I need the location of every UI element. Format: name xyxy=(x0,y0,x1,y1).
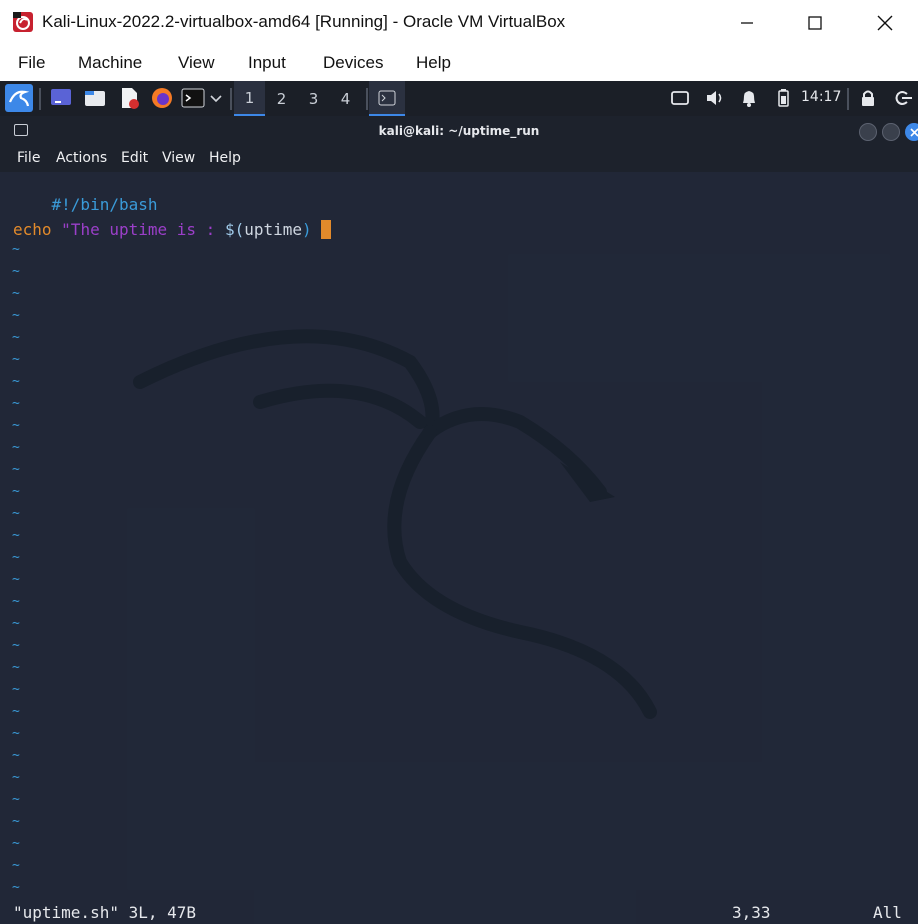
empty-line-marker: ~ xyxy=(12,814,20,829)
empty-line-marker: ~ xyxy=(12,704,20,719)
cursor-position: 3,33 xyxy=(732,903,771,922)
menu-machine[interactable]: Machine xyxy=(78,53,142,73)
empty-line-marker: ~ xyxy=(12,462,20,477)
menu-devices[interactable]: Devices xyxy=(323,53,383,73)
menu-input[interactable]: Input xyxy=(248,53,286,73)
chevron-down-icon[interactable] xyxy=(208,86,224,110)
empty-line-marker: ~ xyxy=(12,660,20,675)
close-button[interactable] xyxy=(854,0,916,45)
virtualbox-app-icon xyxy=(12,11,34,33)
echo-keyword: echo xyxy=(13,220,52,239)
workspace-2[interactable]: 2 xyxy=(266,81,297,116)
empty-line-marker: ~ xyxy=(12,440,20,455)
terminal-minimize-button[interactable] xyxy=(859,123,877,141)
terminal-close-button[interactable] xyxy=(905,123,918,141)
terminal-body[interactable]: #!/bin/bash echo "The uptime is : $(upti… xyxy=(0,172,918,924)
empty-line-marker: ~ xyxy=(12,308,20,323)
battery-icon[interactable] xyxy=(771,86,795,110)
terminal-menu-view[interactable]: View xyxy=(162,150,195,166)
empty-line-marker: ~ xyxy=(12,572,20,587)
scroll-position: All xyxy=(873,903,902,922)
kali-dragon-watermark-icon xyxy=(133,329,657,719)
notification-bell-icon[interactable] xyxy=(737,86,761,110)
vim-status-line: "uptime.sh" 3L, 47B 3,33 All xyxy=(0,902,918,924)
show-desktop-icon[interactable] xyxy=(49,86,73,110)
workspace-1[interactable]: 1 xyxy=(234,81,265,116)
empty-line-marker: ~ xyxy=(12,264,20,279)
empty-line-marker: ~ xyxy=(12,726,20,741)
minimize-button[interactable] xyxy=(716,0,778,45)
clock[interactable]: 14:17 xyxy=(801,89,841,105)
terminal-window-icon xyxy=(378,90,396,105)
terminal-title-bar: kali@kali: ~/uptime_run xyxy=(0,116,918,146)
empty-line-marker: ~ xyxy=(12,506,20,521)
minimize-icon xyxy=(741,21,753,24)
terminal-menu-bar: File Actions Edit View Help xyxy=(0,146,918,172)
terminal-menu-file[interactable]: File xyxy=(17,150,40,166)
empty-line-marker: ~ xyxy=(12,550,20,565)
shebang-text: #!/bin/bash xyxy=(51,195,158,214)
empty-line-marker: ~ xyxy=(12,330,20,345)
text-editor-icon[interactable] xyxy=(117,86,141,110)
menu-file[interactable]: File xyxy=(18,53,45,73)
empty-line-marker: ~ xyxy=(12,484,20,499)
code-line-3: echo "The uptime is : $(uptime) xyxy=(13,220,332,239)
kali-menu-icon[interactable] xyxy=(5,84,33,112)
taskbar-terminal-window[interactable] xyxy=(369,81,405,116)
logout-icon[interactable] xyxy=(890,86,914,110)
host-window-title: Kali-Linux-2022.2-virtualbox-amd64 [Runn… xyxy=(42,12,566,31)
empty-line-marker: ~ xyxy=(12,770,20,785)
host-menu-bar: File Machine View Input Devices Help xyxy=(0,45,918,81)
maximize-icon xyxy=(808,15,822,30)
firefox-icon[interactable] xyxy=(150,86,174,110)
file-manager-icon[interactable] xyxy=(83,86,107,110)
workspace-4[interactable]: 4 xyxy=(330,81,361,116)
empty-line-marker: ~ xyxy=(12,836,20,851)
empty-line-marker: ~ xyxy=(12,880,20,895)
text-cursor xyxy=(321,220,332,239)
lock-icon[interactable] xyxy=(856,86,880,110)
terminal-launcher-icon[interactable] xyxy=(181,86,205,110)
empty-line-marker: ~ xyxy=(12,858,20,873)
subst-open: $( xyxy=(224,220,245,239)
terminal-menu-actions[interactable]: Actions xyxy=(56,150,107,166)
empty-line-marker: ~ xyxy=(12,748,20,763)
menu-view[interactable]: View xyxy=(178,53,215,73)
close-icon xyxy=(877,15,893,30)
display-icon[interactable] xyxy=(668,86,692,110)
empty-line-marker: ~ xyxy=(12,594,20,609)
maximize-button[interactable] xyxy=(784,0,846,45)
workspace-3[interactable]: 3 xyxy=(298,81,329,116)
empty-line-marker: ~ xyxy=(12,418,20,433)
volume-icon[interactable] xyxy=(703,86,727,110)
host-title-bar: Kali-Linux-2022.2-virtualbox-amd64 [Runn… xyxy=(0,0,918,45)
empty-line-marker: ~ xyxy=(12,682,20,697)
empty-line-marker: ~ xyxy=(12,528,20,543)
file-status: "uptime.sh" 3L, 47B xyxy=(13,903,197,922)
close-icon xyxy=(910,128,918,137)
string-literal: "The uptime is : xyxy=(61,220,225,239)
subst-close: ) xyxy=(302,220,312,239)
menu-help[interactable]: Help xyxy=(416,53,451,73)
empty-line-marker: ~ xyxy=(12,242,20,257)
empty-line-marker: ~ xyxy=(12,638,20,653)
terminal-menu-edit[interactable]: Edit xyxy=(121,150,148,166)
empty-line-marker: ~ xyxy=(12,616,20,631)
kali-top-panel: 1 2 3 4 14:17 xyxy=(0,81,918,116)
empty-line-marker: ~ xyxy=(12,352,20,367)
terminal-menu-help[interactable]: Help xyxy=(209,150,241,166)
empty-line-marker: ~ xyxy=(12,396,20,411)
subst-command: uptime xyxy=(244,220,302,239)
terminal-window-title: kali@kali: ~/uptime_run xyxy=(378,124,540,138)
empty-line-marker: ~ xyxy=(12,286,20,301)
empty-line-marker: ~ xyxy=(12,374,20,389)
empty-line-marker: ~ xyxy=(12,792,20,807)
terminal-maximize-button[interactable] xyxy=(882,123,900,141)
